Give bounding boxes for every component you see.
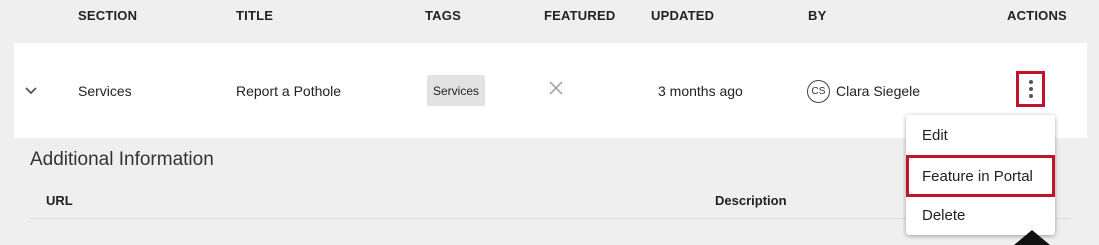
row-author: Clara Siegele [836, 83, 921, 99]
chevron-down-icon[interactable] [23, 83, 39, 99]
column-header-title[interactable]: TITLE [236, 8, 273, 23]
menu-item-edit[interactable]: Edit [906, 115, 1055, 155]
row-title[interactable]: Report a Pothole [236, 83, 341, 99]
x-icon [549, 81, 563, 95]
column-header-featured[interactable]: FEATURED [544, 8, 615, 23]
column-header-url: URL [46, 193, 73, 208]
cursor-icon [1014, 230, 1050, 245]
column-header-updated[interactable]: UPDATED [651, 8, 714, 23]
column-header-tags[interactable]: TAGS [425, 8, 461, 23]
menu-item-delete[interactable]: Delete [906, 195, 1055, 235]
tag-badge: Services [427, 75, 486, 106]
menu-item-feature-in-portal[interactable]: Feature in Portal [906, 155, 1055, 197]
content-list-page: SECTION TITLE TAGS FEATURED UPDATED BY A… [0, 0, 1099, 245]
column-header-description: Description [715, 193, 787, 208]
column-header-actions: ACTIONS [1007, 8, 1067, 23]
row-updated: 3 months ago [658, 83, 743, 99]
kebab-icon[interactable] [1016, 71, 1045, 107]
avatar: CS [807, 80, 830, 103]
column-header-by[interactable]: BY [808, 8, 826, 23]
column-header-section[interactable]: SECTION [78, 8, 137, 23]
row-section: Services [78, 83, 132, 99]
actions-menu: Edit Feature in Portal Delete [906, 115, 1055, 235]
additional-information-title: Additional Information [30, 149, 214, 170]
